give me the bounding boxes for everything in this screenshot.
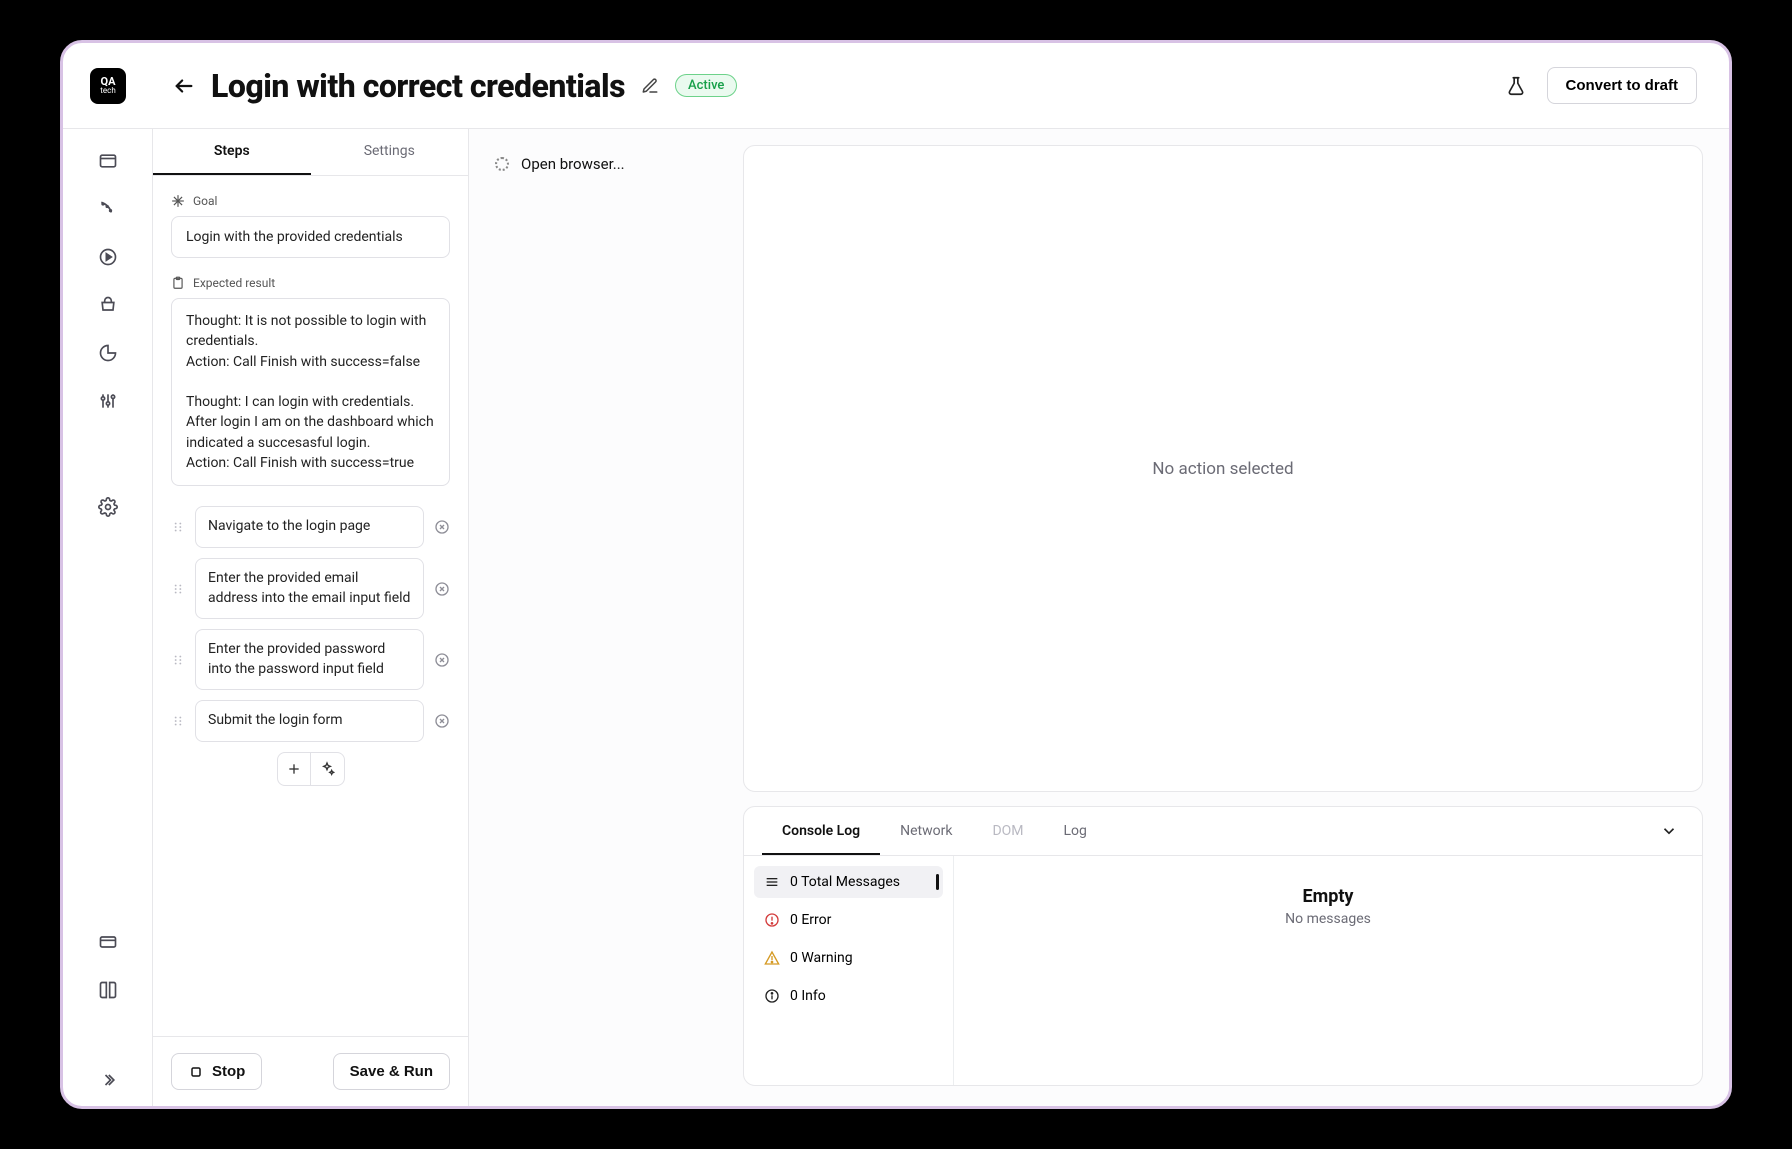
expected-result-input[interactable]: Thought: It is not possible to login wit…	[171, 298, 450, 486]
console-panel: Console Log Network DOM Log 0 Total Mess…	[743, 806, 1703, 1086]
convert-to-draft-button[interactable]: Convert to draft	[1547, 67, 1698, 104]
nav-rail	[63, 129, 153, 1106]
console-collapse-button[interactable]	[1660, 822, 1684, 840]
experiment-icon[interactable]	[1505, 75, 1527, 97]
step-item: Submit the login form	[171, 700, 450, 742]
run-log-line: Open browser...	[495, 155, 723, 173]
remove-step-button[interactable]	[434, 713, 450, 729]
nav-settings-icon[interactable]	[98, 497, 118, 517]
edit-title-button[interactable]	[641, 77, 659, 95]
filter-total[interactable]: 0 Total Messages	[754, 866, 943, 898]
step-text[interactable]: Enter the provided password into the pas…	[195, 629, 424, 690]
remove-step-button[interactable]	[434, 519, 450, 535]
console-empty-subtitle: No messages	[1285, 911, 1371, 927]
drag-handle-icon[interactable]	[171, 653, 185, 667]
nav-target-icon[interactable]	[98, 199, 118, 219]
tab-settings[interactable]: Settings	[311, 129, 469, 175]
stop-button[interactable]: Stop	[171, 1053, 262, 1090]
tab-steps[interactable]: Steps	[153, 129, 311, 175]
nav-pie-icon[interactable]	[98, 343, 118, 363]
filter-error[interactable]: 0 Error	[754, 904, 943, 936]
nav-expand-icon[interactable]	[98, 1070, 118, 1090]
filter-warning[interactable]: 0 Warning	[754, 942, 943, 974]
logo-slot: QA tech	[63, 68, 153, 104]
console-tab-console[interactable]: Console Log	[762, 807, 880, 855]
back-button[interactable]	[173, 75, 195, 97]
goal-label: Goal	[171, 194, 450, 208]
console-tab-log[interactable]: Log	[1044, 807, 1107, 855]
drag-handle-icon[interactable]	[171, 582, 185, 596]
save-run-button[interactable]: Save & Run	[333, 1053, 450, 1090]
remove-step-button[interactable]	[434, 581, 450, 597]
console-empty-title: Empty	[1303, 886, 1354, 907]
console-messages: Empty No messages	[954, 856, 1702, 1085]
step-text[interactable]: Enter the provided email address into th…	[195, 558, 424, 619]
console-tab-network[interactable]: Network	[880, 807, 972, 855]
filter-info[interactable]: 0 Info	[754, 980, 943, 1012]
step-text[interactable]: Navigate to the login page	[195, 506, 424, 548]
goal-input[interactable]: Login with the provided credentials	[171, 216, 450, 258]
steps-sidebar: Steps Settings Goal Login with the provi…	[153, 129, 469, 1106]
preview-empty-text: No action selected	[1152, 459, 1293, 479]
run-log: Open browser...	[489, 145, 729, 792]
drag-handle-icon[interactable]	[171, 714, 185, 728]
add-step-button[interactable]	[277, 752, 311, 786]
brand-logo[interactable]: QA tech	[90, 68, 126, 104]
expected-label: Expected result	[171, 276, 450, 290]
nav-play-icon[interactable]	[98, 247, 118, 267]
spinner-icon	[495, 157, 509, 171]
step-item: Navigate to the login page	[171, 506, 450, 548]
step-item: Enter the provided password into the pas…	[171, 629, 450, 690]
ai-suggest-button[interactable]	[311, 752, 345, 786]
nav-window-icon[interactable]	[98, 151, 118, 171]
drag-handle-icon[interactable]	[171, 520, 185, 534]
status-badge: Active	[675, 74, 737, 97]
nav-card-icon[interactable]	[98, 932, 118, 952]
header: QA tech Login with correct credentials A…	[63, 43, 1729, 129]
page-title: Login with correct credentials	[211, 67, 625, 105]
logo-text-2: tech	[100, 87, 115, 95]
nav-box-icon[interactable]	[98, 295, 118, 315]
step-item: Enter the provided email address into th…	[171, 558, 450, 619]
preview-panel: No action selected	[743, 145, 1703, 792]
nav-book-icon[interactable]	[98, 980, 118, 1000]
console-tab-dom: DOM	[972, 807, 1043, 855]
nav-sliders-icon[interactable]	[98, 391, 118, 411]
step-text[interactable]: Submit the login form	[195, 700, 424, 742]
remove-step-button[interactable]	[434, 652, 450, 668]
